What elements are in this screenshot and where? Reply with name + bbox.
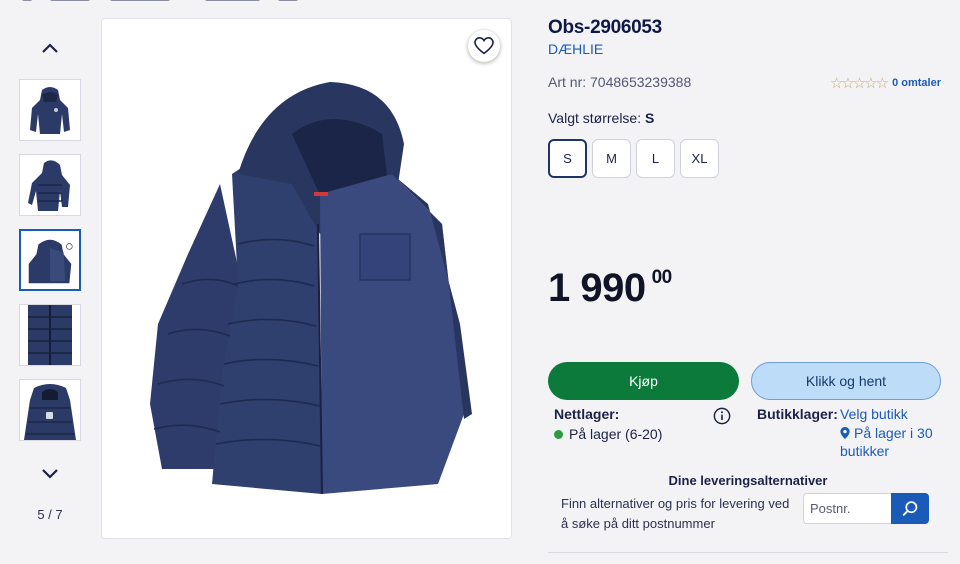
favorite-button[interactable]	[468, 30, 500, 62]
size-button-l[interactable]: L	[636, 139, 675, 178]
chevron-down-icon	[42, 469, 58, 479]
main-product-image[interactable]	[101, 18, 512, 539]
size-label-text: Valgt størrelse:	[548, 110, 642, 126]
thumbnail-4[interactable]	[19, 304, 81, 366]
gallery-up-button[interactable]	[37, 35, 63, 61]
jacket-image	[150, 82, 472, 495]
size-button-xl[interactable]: XL	[680, 139, 719, 178]
product-info: Obs-2906053 DÆHLIE Art nr: 7048653239388…	[548, 0, 948, 564]
gallery-down-button[interactable]	[37, 461, 63, 487]
price-main: 1 990	[548, 266, 646, 310]
net-stock-status: På lager (6-20)	[554, 426, 662, 442]
price: 1 990 00	[548, 266, 672, 311]
size-button-s[interactable]: S	[548, 139, 587, 178]
search-icon	[902, 501, 917, 516]
thumbnail-2[interactable]	[19, 154, 81, 216]
selected-size-label: Valgt størrelse: S	[548, 110, 654, 126]
size-label-value: S	[645, 110, 655, 126]
location-pin-icon	[840, 427, 850, 439]
heart-icon	[474, 37, 494, 55]
in-stock-dot-icon	[554, 429, 563, 439]
thumbnail-1[interactable]	[19, 79, 81, 141]
store-stock-text: På lager i 30 butikker	[840, 425, 933, 459]
divider	[548, 552, 948, 553]
thumbnail-gallery: 5 / 7	[0, 0, 100, 564]
gallery-counter: 5 / 7	[37, 507, 63, 522]
thumbnail-5[interactable]	[19, 379, 81, 441]
price-decimals: 00	[651, 267, 673, 288]
delivery-description: Finn alternativer og pris for levering v…	[561, 496, 790, 531]
postal-code-input[interactable]	[803, 493, 891, 524]
size-button-m[interactable]: M	[592, 139, 631, 178]
reviews-link[interactable]: 0 omtaler	[892, 77, 941, 89]
star-rating-icon: ☆☆☆☆☆	[829, 75, 889, 92]
brand-link[interactable]: DÆHLIE	[548, 41, 603, 57]
store-stock-label: Butikklager:	[757, 406, 838, 422]
article-number: Art nr: 7048653239388	[548, 74, 692, 90]
thumbnail-3-active[interactable]	[19, 229, 81, 291]
info-icon[interactable]	[713, 407, 731, 425]
rating[interactable]: ☆☆☆☆☆ 0 omtaler	[830, 74, 941, 92]
product-title: Obs-2906053	[548, 17, 662, 38]
size-selector: S M L XL	[548, 139, 719, 178]
net-stock-label: Nettlager:	[554, 406, 620, 422]
store-stock-status[interactable]: På lager i 30 butikker	[840, 424, 940, 460]
delivery-title: Dine leveringsalternativer	[668, 473, 828, 488]
choose-store-link[interactable]: Velg butikk	[840, 406, 908, 422]
postal-search-button[interactable]	[891, 493, 929, 524]
buy-button[interactable]: Kjøp	[548, 362, 739, 400]
net-stock-text: På lager (6-20)	[569, 426, 663, 442]
click-and-collect-button[interactable]: Klikk og hent	[751, 362, 941, 400]
chevron-up-icon	[42, 43, 58, 53]
